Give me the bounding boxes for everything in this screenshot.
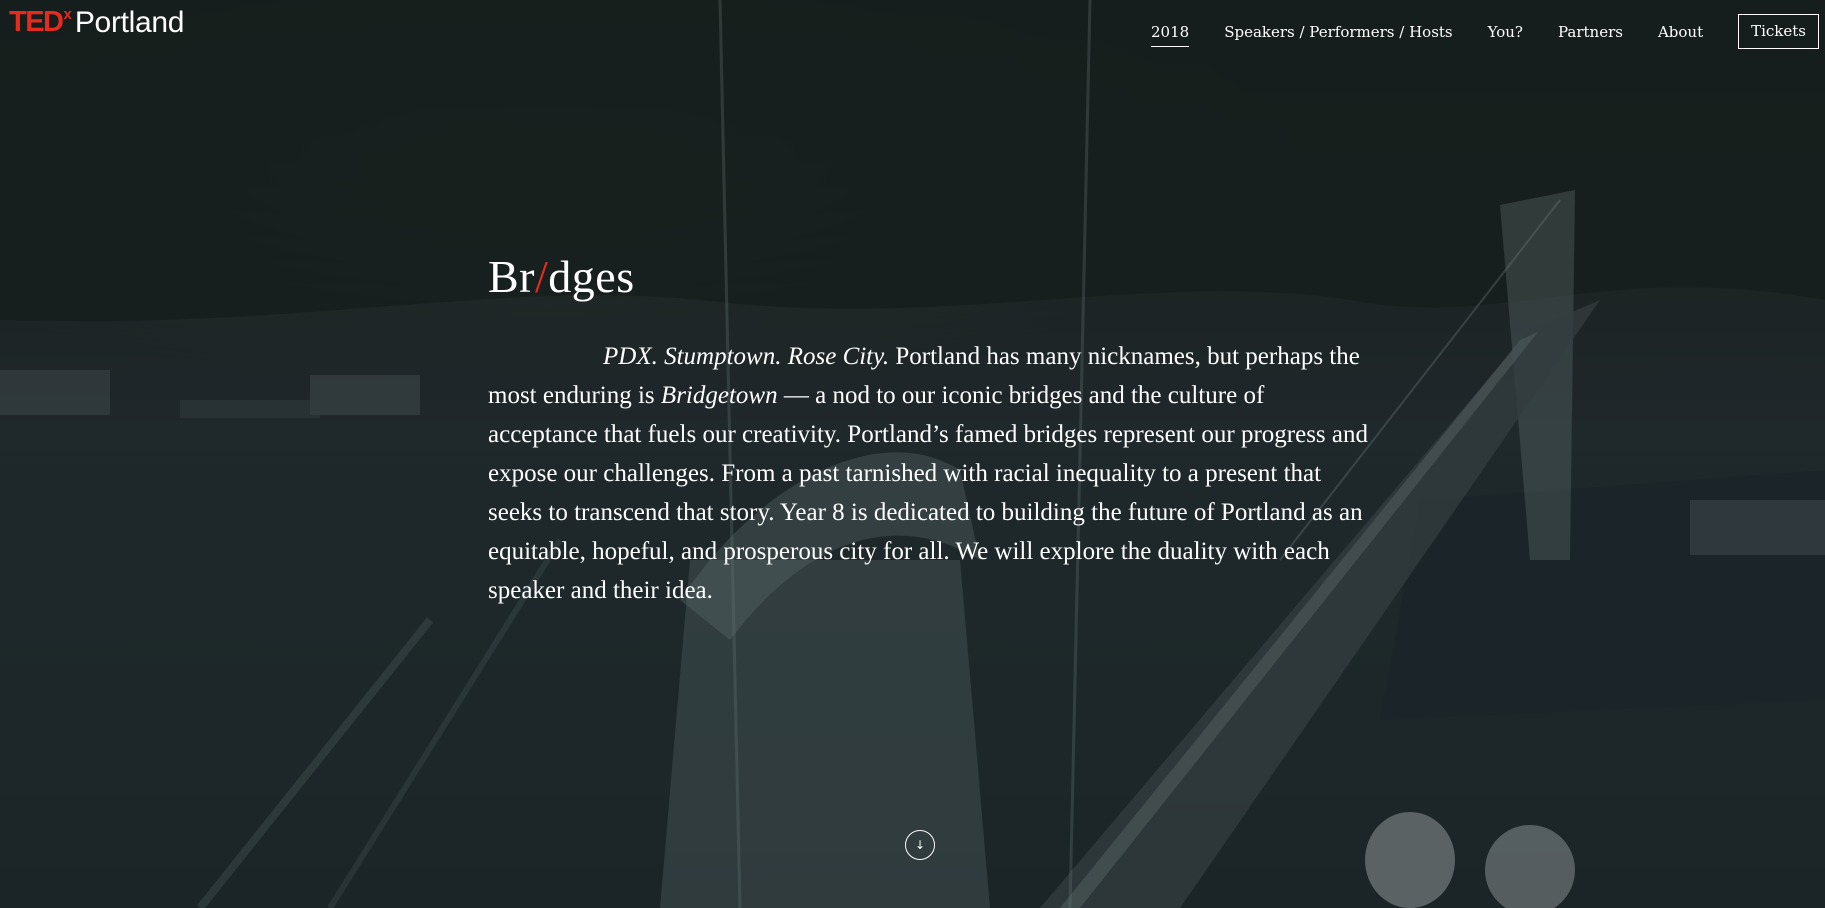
nav-item-2018[interactable]: 2018 <box>1151 17 1190 47</box>
title-end: dges <box>548 251 635 302</box>
main-nav: 2018 Speakers / Performers / Hosts You? … <box>1116 14 1819 49</box>
logo-ted-text: TED <box>9 6 64 38</box>
nav-item-about[interactable]: About <box>1658 17 1703 46</box>
title-slash: / <box>535 251 549 302</box>
intro-text-2: — a nod to our iconic bridges and the cu… <box>488 382 1368 604</box>
page-title: Br/dges <box>488 250 635 303</box>
intro-paragraph: PDX. Stumptown. Rose City. Portland has … <box>488 337 1368 610</box>
nav-item-speakers[interactable]: Speakers / Performers / Hosts <box>1224 17 1452 46</box>
logo-city-text: Portland <box>74 6 185 39</box>
intro-italic-nicknames: PDX. Stumptown. Rose City. <box>603 343 890 370</box>
logo-x-text: x <box>63 6 72 23</box>
tedx-portland-logo[interactable]: TED x Portland <box>9 6 185 39</box>
nav-item-you[interactable]: You? <box>1488 17 1523 46</box>
nav-item-partners[interactable]: Partners <box>1558 17 1623 46</box>
title-start: Br <box>488 251 535 302</box>
tickets-button[interactable]: Tickets <box>1738 14 1819 49</box>
scroll-down-button[interactable]: ↓ <box>905 830 935 860</box>
arrow-down-icon: ↓ <box>914 838 926 852</box>
hero-section: TED x Portland 2018 Speakers / Performer… <box>0 0 1825 908</box>
intro-italic-bridgetown: Bridgetown <box>660 382 778 409</box>
